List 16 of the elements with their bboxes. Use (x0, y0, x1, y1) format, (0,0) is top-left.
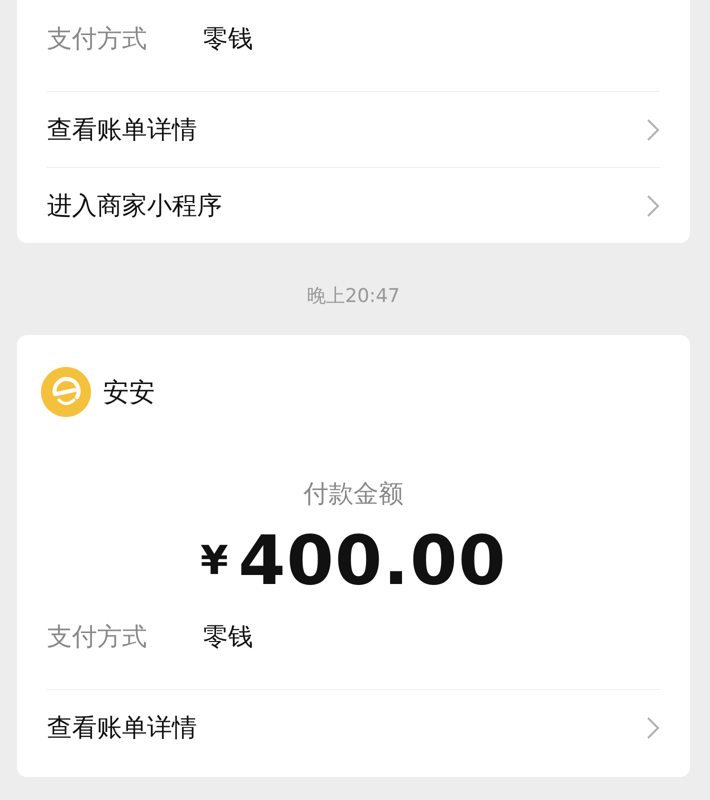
link-row[interactable]: 进入商家小程序 (47, 168, 660, 243)
currency-symbol: ¥ (200, 538, 228, 584)
chevron-right-icon (646, 118, 660, 142)
merchant-name: 安安 (103, 376, 155, 410)
payment-method-value: 零钱 (203, 23, 253, 55)
chevron-right-icon (646, 194, 660, 218)
link-row[interactable]: 查看账单详情 (47, 690, 660, 765)
payment-method-label: 支付方式 (47, 23, 147, 55)
payment-method-label: 支付方式 (47, 621, 147, 653)
amount-label: 付款金额 (302, 478, 404, 510)
amount-value: 400.00 (238, 528, 507, 596)
payment-method-value: 零钱 (203, 621, 253, 653)
chevron-right-icon (646, 716, 660, 740)
timestamp: 晚上20:47 (306, 284, 401, 309)
link-row[interactable]: 查看账单详情 (47, 92, 660, 168)
merchant-logo-icon (41, 367, 91, 417)
